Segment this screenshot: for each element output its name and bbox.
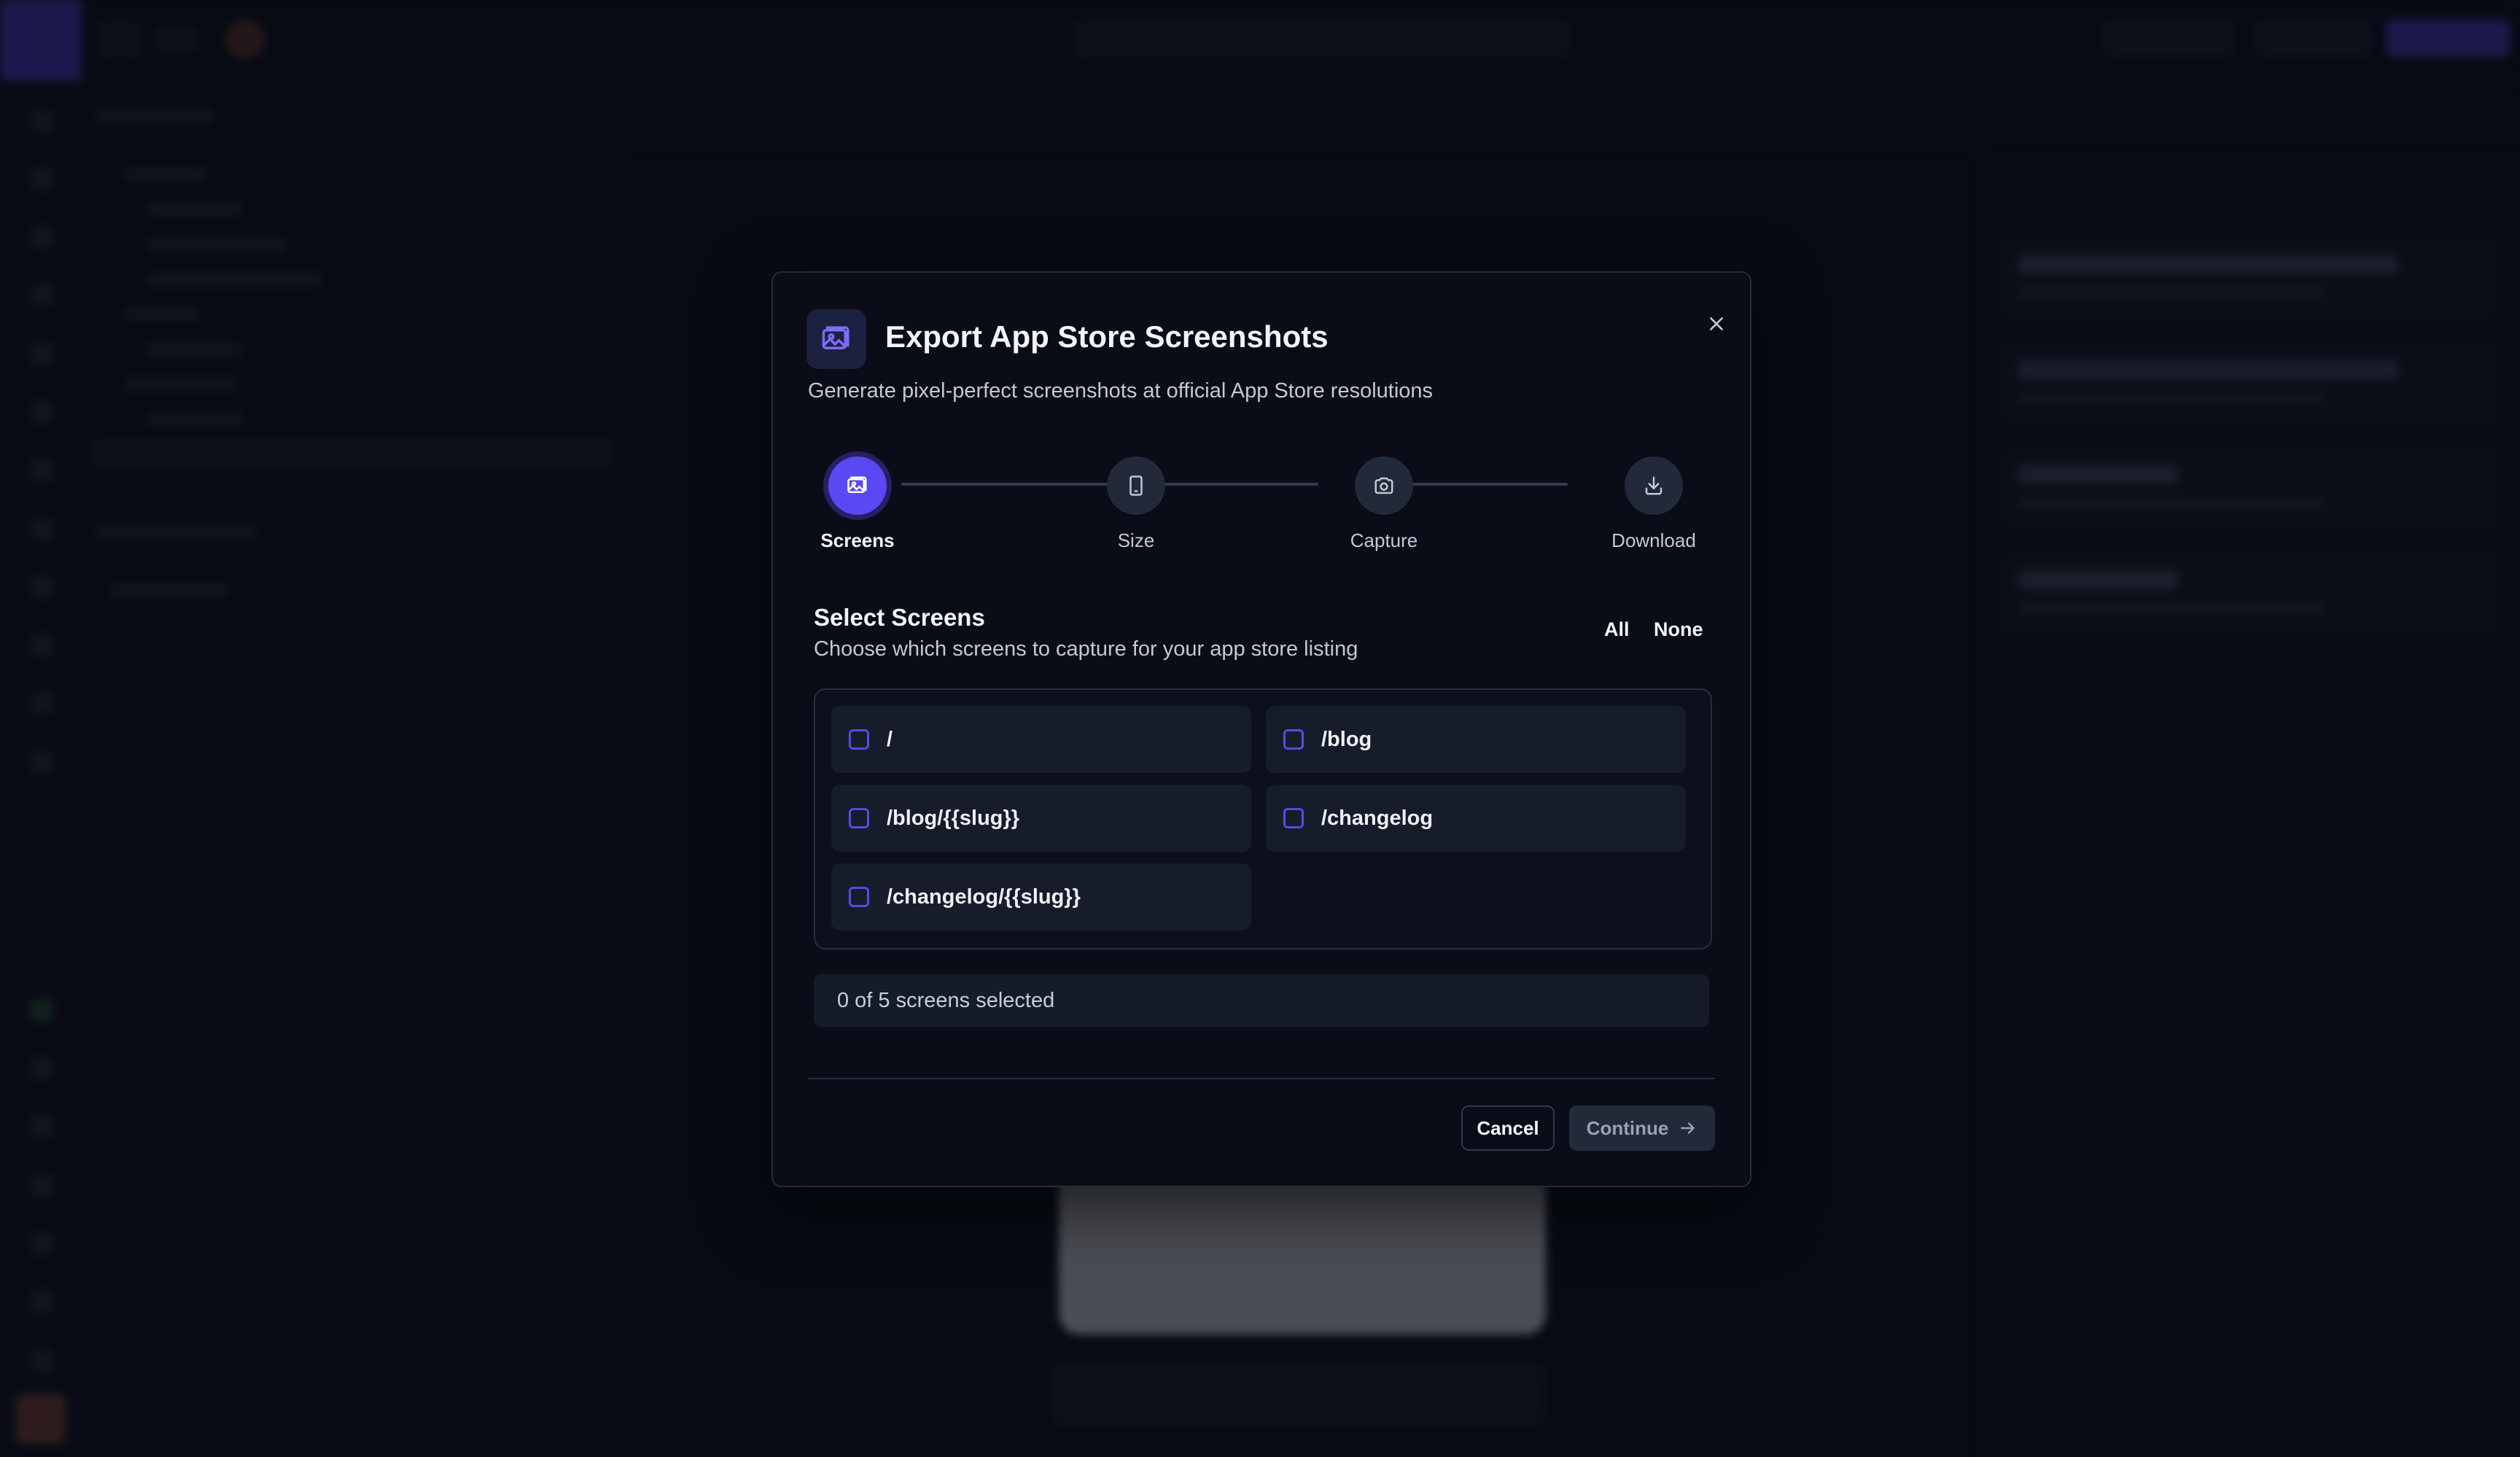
screens-list: / /blog /blog/{{slug}} /changelog /chang… [814, 688, 1712, 949]
screen-checkbox[interactable] [1283, 729, 1304, 750]
screen-label: /blog/{{slug}} [887, 806, 1020, 830]
screen-label: / [887, 727, 893, 751]
step-label: Size [1117, 529, 1155, 551]
download-icon [1645, 476, 1662, 495]
select-none-button[interactable]: None [1654, 618, 1703, 641]
phone-icon [1129, 475, 1143, 496]
continue-label: Continue [1586, 1116, 1669, 1139]
image-icon [806, 309, 866, 369]
screen-label: /blog [1321, 727, 1372, 751]
selection-count-text: 0 of 5 screens selected [837, 988, 1055, 1012]
dialog-title: Export App Store Screenshots [885, 319, 1329, 354]
section-title: Select Screens [814, 604, 985, 631]
screen-checkbox[interactable] [849, 887, 869, 907]
step-label: Download [1611, 529, 1696, 551]
step-download: Download [1574, 456, 1734, 552]
screen-option[interactable]: /changelog/{{slug}} [831, 863, 1251, 930]
screen-label: /changelog/{{slug}} [887, 885, 1081, 909]
export-dialog: Export App Store Screenshots Generate pi… [771, 271, 1751, 1187]
screen-checkbox[interactable] [849, 729, 869, 750]
image-icon [847, 476, 867, 493]
step-capture: Capture [1304, 456, 1464, 552]
step-size: Size [1056, 456, 1216, 552]
dialog-subtitle: Generate pixel-perfect screenshots at of… [808, 379, 1434, 403]
cancel-button[interactable]: Cancel [1461, 1106, 1555, 1151]
step-screens: Screens [777, 456, 938, 552]
footer-divider [808, 1078, 1715, 1079]
selection-count: 0 of 5 screens selected [814, 974, 1709, 1027]
step-label: Screens [820, 529, 895, 551]
screen-label: /changelog [1321, 806, 1434, 830]
screen-option[interactable]: /blog [1266, 706, 1686, 773]
section-description: Choose which screens to capture for your… [814, 637, 1358, 661]
screen-checkbox[interactable] [1283, 808, 1304, 828]
camera-icon [1374, 477, 1393, 494]
arrow-right-icon [1681, 1122, 1695, 1134]
close-icon [1710, 317, 1723, 330]
continue-button[interactable]: Continue [1569, 1106, 1715, 1151]
screen-option[interactable]: / [831, 706, 1251, 773]
step-label: Capture [1350, 529, 1418, 551]
select-all-button[interactable]: All [1604, 618, 1630, 641]
close-button[interactable] [1696, 303, 1737, 344]
screen-option[interactable]: /changelog [1266, 785, 1686, 852]
screen-option[interactable]: /blog/{{slug}} [831, 785, 1251, 852]
screen-checkbox[interactable] [849, 808, 869, 828]
